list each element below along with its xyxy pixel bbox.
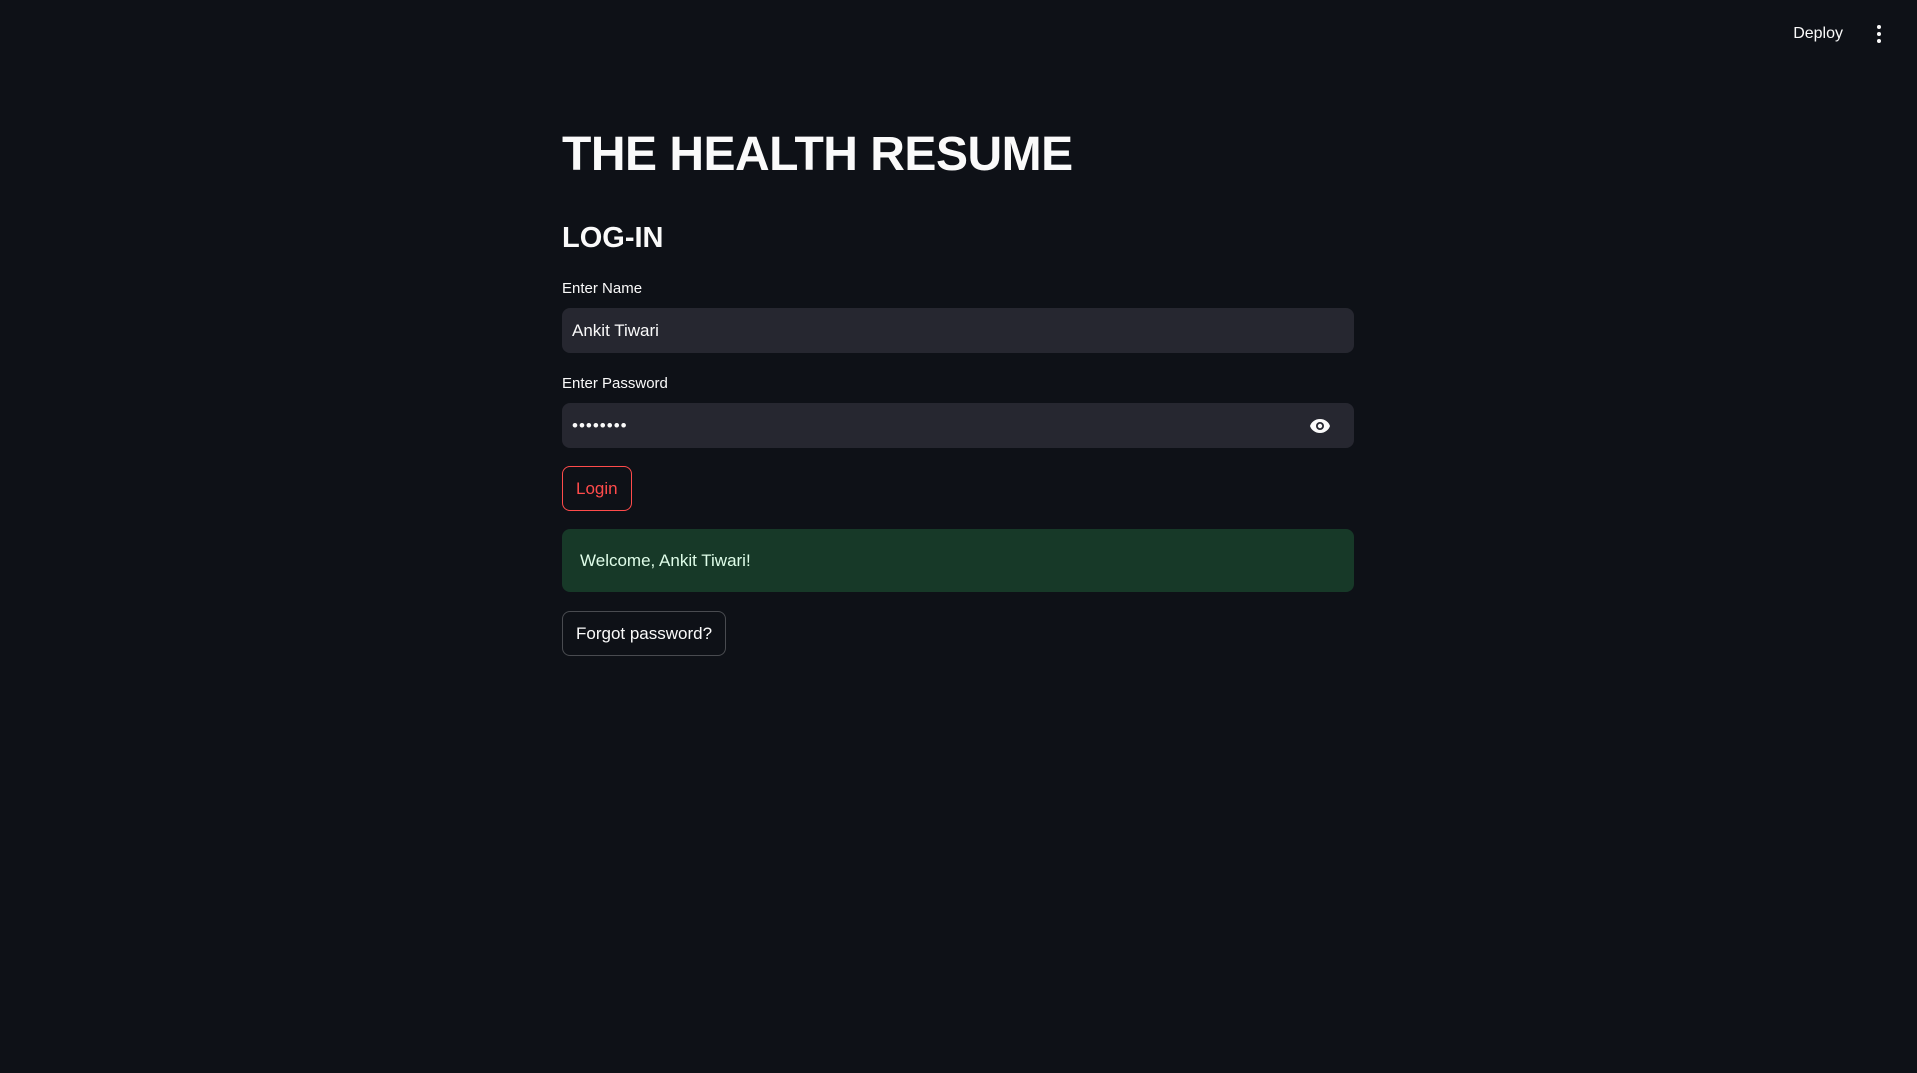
success-alert: Welcome, Ankit Tiwari! [562,529,1354,592]
menu-dot [1877,32,1881,36]
app-root: Deploy THE HEALTH RESUME LOG-IN Enter Na… [0,0,1917,1073]
password-field-label: Enter Password [562,375,668,392]
password-input[interactable] [562,403,1354,448]
top-toolbar: Deploy [1785,0,1917,68]
vertical-ellipsis-icon[interactable] [1869,20,1889,48]
page-title: THE HEALTH RESUME [562,128,1073,181]
section-title: LOG-IN [562,222,664,254]
success-message: Welcome, Ankit Tiwari! [580,550,751,570]
eye-icon-svg [1310,418,1330,433]
eye-icon[interactable] [1308,416,1332,436]
menu-dot [1877,25,1881,29]
forgot-password-button[interactable]: Forgot password? [562,611,727,656]
name-input[interactable] [562,308,1354,353]
main-content: THE HEALTH RESUME LOG-IN Enter Name Ente… [562,120,1354,656]
password-field-container [562,403,1354,448]
menu-dot [1877,39,1881,43]
deploy-button[interactable]: Deploy [1785,19,1851,49]
name-field-label: Enter Name [562,280,643,297]
login-button[interactable]: Login [562,466,632,511]
name-field-container [562,308,1354,353]
